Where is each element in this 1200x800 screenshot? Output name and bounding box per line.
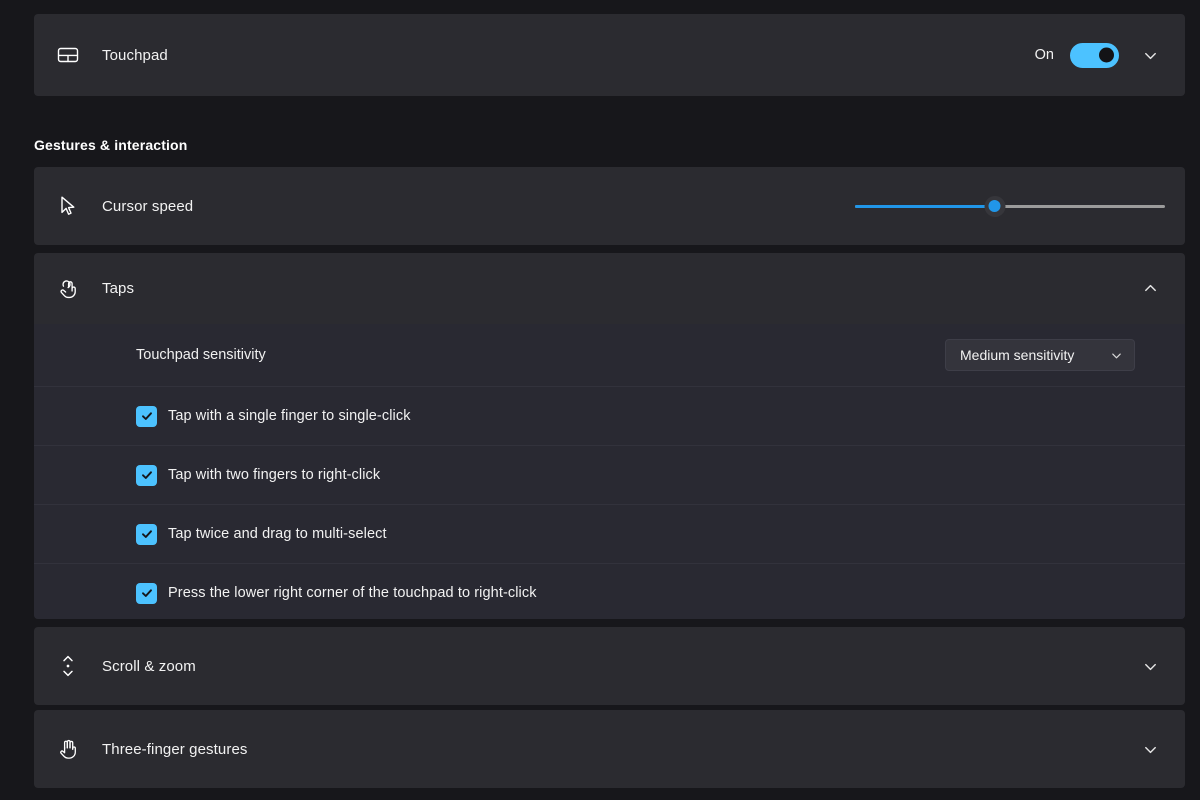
taps-card: Taps Touchpad sensitivity Medium sensiti…: [34, 253, 1185, 619]
tap-gesture-icon: [34, 276, 102, 302]
three-finger-gestures-label: Three-finger gestures: [102, 740, 248, 758]
touchpad-title: Touchpad: [102, 46, 168, 64]
checkbox-label-two-finger-right-click: Tap with two fingers to right-click: [168, 467, 381, 483]
checkbox-row-multi-select[interactable]: Tap twice and drag to multi-select: [34, 504, 1185, 563]
taps-expanded-panel: Touchpad sensitivity Medium sensitivity: [34, 324, 1185, 619]
section-caption-gestures: Gestures & interaction: [34, 137, 188, 153]
checkbox-row-single-click[interactable]: Tap with a single finger to single-click: [34, 386, 1185, 445]
slider-fill: [855, 204, 995, 208]
cursor-speed-slider[interactable]: [855, 194, 1165, 218]
scroll-zoom-controls: [1135, 651, 1165, 681]
taps-header-row[interactable]: Taps: [34, 253, 1185, 324]
checkbox-two-finger-right-click[interactable]: [136, 464, 157, 486]
touchpad-toggle[interactable]: [1070, 42, 1119, 68]
touchpad-sensitivity-label: Touchpad sensitivity: [136, 347, 266, 363]
three-finger-gestures-controls: [1135, 734, 1165, 764]
touchpad-header-card: Touchpad On: [34, 14, 1185, 96]
three-finger-hand-icon: [34, 736, 102, 762]
cursor-speed-row[interactable]: Cursor speed: [34, 167, 1185, 245]
checkbox-single-click[interactable]: [136, 405, 157, 427]
cursor-speed-card: Cursor speed: [34, 167, 1185, 245]
slider-thumb[interactable]: [984, 195, 1005, 217]
cursor-speed-controls: [855, 194, 1165, 218]
touchpad-sensitivity-row: Touchpad sensitivity Medium sensitivity: [34, 324, 1185, 386]
touchpad-settings-page: Touchpad On Gestures & interaction Curso…: [0, 0, 1200, 800]
scroll-zoom-label: Scroll & zoom: [102, 657, 196, 675]
chevron-down-icon: [1110, 349, 1123, 362]
three-finger-gestures-card: Three-finger gestures: [34, 710, 1185, 788]
chevron-down-icon[interactable]: [1135, 734, 1165, 764]
checkbox-multi-select[interactable]: [136, 523, 157, 545]
scroll-vertical-icon: [34, 653, 102, 679]
cursor-speed-label: Cursor speed: [102, 197, 194, 215]
touchpad-header-controls: On: [1035, 40, 1165, 70]
checkbox-row-two-finger-right-click[interactable]: Tap with two fingers to right-click: [34, 445, 1185, 504]
taps-label: Taps: [102, 280, 135, 297]
scroll-zoom-row[interactable]: Scroll & zoom: [34, 627, 1185, 705]
toggle-knob: [1099, 47, 1114, 63]
cursor-arrow-icon: [34, 194, 102, 218]
three-finger-gestures-row[interactable]: Three-finger gestures: [34, 710, 1185, 788]
checkbox-label-single-click: Tap with a single finger to single-click: [168, 408, 411, 424]
checkbox-lower-right-corner[interactable]: [136, 582, 157, 604]
taps-header-controls: [1135, 274, 1165, 304]
touchpad-sensitivity-value: Medium sensitivity: [960, 347, 1075, 363]
checkbox-label-lower-right-corner: Press the lower right corner of the touc…: [168, 585, 537, 601]
touchpad-icon: [34, 42, 102, 68]
touchpad-toggle-state-label: On: [1034, 47, 1054, 63]
chevron-down-icon[interactable]: [1135, 651, 1165, 681]
touchpad-sensitivity-dropdown[interactable]: Medium sensitivity: [945, 339, 1135, 371]
touchpad-header-row[interactable]: Touchpad On: [34, 14, 1185, 96]
checkbox-row-lower-right-corner[interactable]: Press the lower right corner of the touc…: [34, 563, 1185, 619]
chevron-down-icon[interactable]: [1135, 40, 1165, 70]
scroll-zoom-card: Scroll & zoom: [34, 627, 1185, 705]
checkbox-label-multi-select: Tap twice and drag to multi-select: [168, 526, 387, 542]
chevron-up-icon[interactable]: [1135, 274, 1165, 304]
